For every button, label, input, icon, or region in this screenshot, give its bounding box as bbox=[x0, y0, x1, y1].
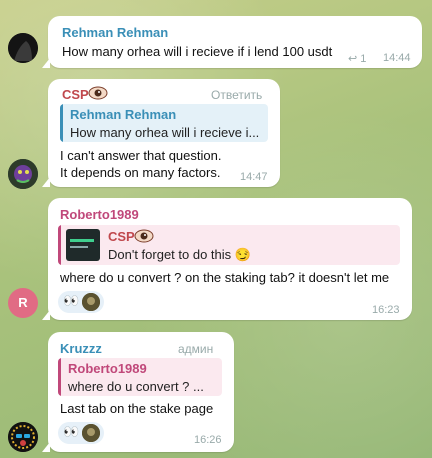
message-time: 16:26 bbox=[194, 434, 222, 446]
eyes-icon bbox=[134, 229, 154, 243]
quote-sender: Rehman Rehman bbox=[70, 107, 177, 122]
quoted-message[interactable]: Rehman Rehman How many orhea will i reci… bbox=[60, 104, 268, 142]
thumbnail-line bbox=[70, 246, 88, 248]
eyes-icon bbox=[88, 86, 108, 100]
avatar-rehman-image bbox=[8, 33, 38, 63]
reply-count[interactable]: ↩ 1 bbox=[348, 52, 366, 65]
reaction-emoji: 👀 bbox=[63, 293, 80, 308]
sender-name[interactable]: Kruzzz bbox=[60, 341, 102, 356]
reaction-avatar bbox=[82, 293, 100, 311]
reaction-chip[interactable]: 👀 bbox=[58, 422, 104, 444]
reaction-avatar-image bbox=[82, 293, 100, 311]
avatar-rehman[interactable] bbox=[8, 33, 38, 63]
avatar-csp[interactable] bbox=[8, 159, 38, 189]
quoted-message[interactable]: Roberto1989 where do u convert ? ... bbox=[58, 358, 222, 396]
message-text: Last tab on the stake page bbox=[60, 401, 214, 416]
quote-text: Don't forget to do this 😏 bbox=[108, 247, 251, 262]
message-time: 14:47 bbox=[240, 171, 268, 183]
avatar-kruzzz[interactable] bbox=[8, 422, 38, 452]
avatar-letter: R bbox=[18, 295, 28, 310]
sender-name[interactable]: Rehman Rehman bbox=[62, 25, 168, 40]
quote-thumbnail bbox=[66, 229, 100, 261]
reaction-chip[interactable]: 👀 bbox=[58, 291, 104, 313]
message-bubble-roberto[interactable]: Roberto1989 CSP Don't forget to do this … bbox=[42, 198, 412, 320]
reply-button[interactable]: Ответить bbox=[211, 88, 262, 102]
quote-bar bbox=[58, 358, 61, 396]
message-time: 14:44 bbox=[383, 52, 411, 64]
quote-text: How many orhea will i recieve i... bbox=[70, 125, 260, 140]
quote-bar bbox=[60, 104, 63, 142]
reaction-avatar bbox=[82, 424, 100, 442]
reply-arrow-icon: ↩ bbox=[348, 53, 358, 65]
quote-bar bbox=[58, 225, 61, 265]
message-bubble-csp[interactable]: CSP Ответить Rehman Rehman How many orhe… bbox=[42, 79, 280, 187]
message-text: where do u convert ? on the staking tab?… bbox=[60, 270, 390, 285]
reaction-emoji: 👀 bbox=[63, 424, 80, 439]
thumbnail-line bbox=[70, 239, 94, 242]
message-bubble-kruzzz[interactable]: Kruzzz админ Roberto1989 where do u conv… bbox=[42, 332, 234, 452]
message-time: 16:23 bbox=[372, 304, 400, 316]
sender-name[interactable]: CSP bbox=[62, 87, 89, 102]
message-text-line2: It depends on many factors. bbox=[60, 165, 221, 180]
sender-name[interactable]: Roberto1989 bbox=[60, 207, 139, 222]
quote-sender: Roberto1989 bbox=[68, 361, 147, 376]
message-text: How many orhea will i recieve if i lend … bbox=[62, 44, 333, 59]
quote-text: where do u convert ? ... bbox=[68, 379, 204, 394]
quote-sender: CSP bbox=[108, 229, 135, 244]
avatar-csp-image bbox=[8, 159, 38, 189]
message-bubble-rehman[interactable]: Rehman Rehman How many orhea will i reci… bbox=[42, 16, 422, 68]
avatar-roberto[interactable]: R bbox=[8, 288, 38, 318]
reply-count-value: 1 bbox=[360, 53, 367, 65]
message-text-line1: I can't answer that question. bbox=[60, 148, 222, 163]
reaction-avatar-image bbox=[82, 424, 100, 442]
admin-badge: админ bbox=[178, 342, 214, 356]
quoted-message[interactable]: CSP Don't forget to do this 😏 bbox=[58, 225, 400, 265]
avatar-kruzzz-image bbox=[8, 422, 38, 452]
